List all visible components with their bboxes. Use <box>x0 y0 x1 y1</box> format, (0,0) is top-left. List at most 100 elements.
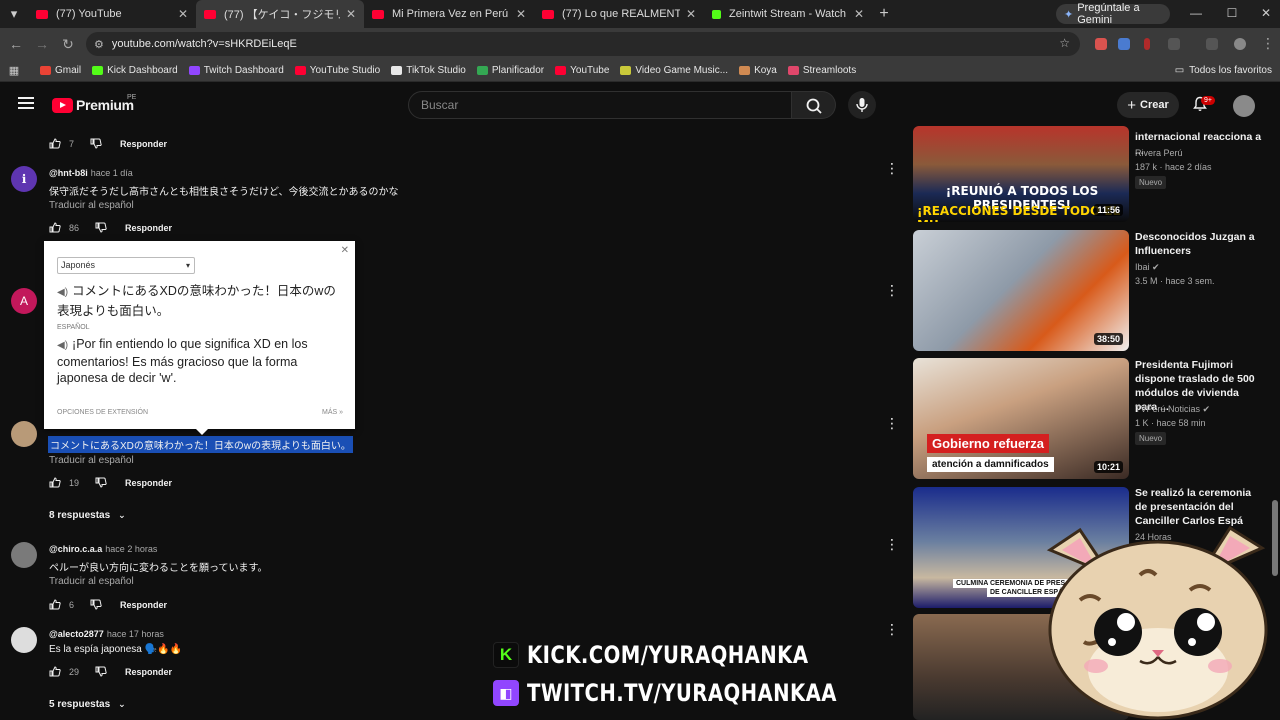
translate-extension-icon[interactable] <box>1118 38 1130 50</box>
search-button[interactable] <box>792 91 836 119</box>
bookmark-youtube[interactable]: YouTube <box>555 65 609 76</box>
media-control-icon[interactable] <box>1206 38 1218 50</box>
comment-time[interactable]: hace 17 horas <box>107 629 164 639</box>
source-language-select[interactable]: Japonés ▾ <box>57 257 195 274</box>
bookmark-streamloots[interactable]: Streamloots <box>787 65 856 76</box>
avatar[interactable]: ℹ <box>11 166 37 192</box>
avatar[interactable] <box>11 542 37 568</box>
more-link[interactable]: MÁS » <box>322 409 343 416</box>
bookmark-twitch-dashboard[interactable]: Twitch Dashboard <box>188 65 284 76</box>
like-icon[interactable] <box>49 138 61 149</box>
browser-menu-icon[interactable]: ⋮ <box>1260 35 1276 52</box>
gemini-button[interactable]: ✦ Pregúntale a Gemini <box>1056 2 1170 26</box>
reply-button[interactable]: Responder <box>120 139 167 149</box>
avatar[interactable]: A <box>11 288 37 314</box>
channel-name[interactable]: Rivera Perú <box>1135 148 1183 158</box>
comment-time[interactable]: hace 2 horas <box>105 544 157 554</box>
like-icon[interactable] <box>49 477 61 488</box>
profile-icon[interactable] <box>1234 38 1246 50</box>
url-field[interactable]: ⚙ youtube.com/watch?v=sHKRDEiLeqE ☆ <box>86 32 1080 56</box>
view-replies-button[interactable]: 8 respuestas ⌄ <box>49 510 126 521</box>
dislike-icon[interactable] <box>90 599 102 610</box>
dislike-icon[interactable] <box>95 666 107 677</box>
video-thumbnail[interactable]: 38:50 <box>913 230 1129 351</box>
close-window-icon[interactable]: ✕ <box>1256 6 1276 20</box>
comment-author[interactable]: @alecto2877 hace 17 horas <box>49 629 164 639</box>
bookmark-gmail[interactable]: Gmail <box>40 65 81 76</box>
reload-icon[interactable]: ↻ <box>60 36 76 53</box>
comment-menu-icon[interactable]: ⋮ <box>885 416 899 430</box>
avatar[interactable] <box>11 627 37 653</box>
forward-icon[interactable]: → <box>34 36 50 52</box>
dislike-icon[interactable] <box>95 222 107 233</box>
close-tab-icon[interactable]: ✕ <box>178 7 188 21</box>
speaker-icon[interactable]: ◀) <box>57 338 68 354</box>
reply-button[interactable]: Responder <box>120 600 167 610</box>
comment-author[interactable]: @chiro.c.a.a hace 2 horas <box>49 544 157 554</box>
channel-name[interactable]: Ibai <box>1135 262 1150 272</box>
browser-tab[interactable]: (77) YouTube ✕ <box>28 0 196 28</box>
close-tab-icon[interactable]: ✕ <box>686 7 696 21</box>
youtube-logo-icon[interactable] <box>52 98 73 113</box>
video-thumbnail[interactable]: ¡REUNIÓ A TODOS LOS PRESIDENTES! ¡REACCI… <box>913 126 1129 222</box>
bookmark-tiktok-studio[interactable]: TikTok Studio <box>391 65 466 76</box>
reply-button[interactable]: Responder <box>125 667 172 677</box>
avatar[interactable] <box>11 421 37 447</box>
comment-author[interactable]: @hnt-b8i hace 1 día <box>49 168 133 178</box>
like-icon[interactable] <box>49 599 61 610</box>
back-icon[interactable]: ← <box>8 36 24 52</box>
close-tab-icon[interactable]: ✕ <box>854 7 864 21</box>
bookmark-youtube-studio[interactable]: YouTube Studio <box>294 65 380 76</box>
translate-link[interactable]: Traducir al español <box>49 200 134 211</box>
comment-menu-icon[interactable]: ⋮ <box>885 622 899 636</box>
like-icon[interactable] <box>49 222 61 233</box>
dislike-icon[interactable] <box>90 138 102 149</box>
maximize-icon[interactable]: ☐ <box>1222 6 1242 20</box>
bookmark-kick-dashboard[interactable]: Kick Dashboard <box>92 65 178 76</box>
comment-menu-icon[interactable]: ⋮ <box>885 537 899 551</box>
author-handle[interactable]: @chiro.c.a.a <box>49 544 102 554</box>
view-replies-button[interactable]: 5 respuestas ⌄ <box>49 699 126 710</box>
site-info-icon[interactable]: ⚙ <box>94 38 104 51</box>
apps-grid-icon[interactable]: ▦ <box>0 64 28 77</box>
close-tab-icon[interactable]: ✕ <box>346 7 356 21</box>
bookmark-koya[interactable]: Koya <box>739 65 777 76</box>
new-tab-icon[interactable]: + <box>872 5 896 23</box>
youtube-brand[interactable]: Premium <box>76 97 134 113</box>
close-icon[interactable]: ✕ <box>341 245 349 256</box>
tab-search-icon[interactable]: ▾ <box>0 0 28 28</box>
bookmark-video-game-music[interactable]: Video Game Music... <box>620 65 728 76</box>
search-input[interactable]: Buscar <box>408 91 792 119</box>
comment-time[interactable]: hace 1 día <box>91 168 133 178</box>
all-bookmarks-button[interactable]: ▭ Todos los favoritos <box>1175 65 1272 76</box>
scrollbar[interactable] <box>1272 500 1278 576</box>
comment-menu-icon[interactable]: ⋮ <box>885 283 899 297</box>
bookmark-star-icon[interactable]: ☆ <box>1059 36 1070 50</box>
extension-options-link[interactable]: OPCIONES DE EXTENSIÓN <box>57 409 148 416</box>
extension-icon[interactable] <box>1095 38 1107 50</box>
extension-icon[interactable] <box>1144 38 1150 50</box>
minimize-icon[interactable]: — <box>1186 6 1206 20</box>
channel-name[interactable]: TVPerú Noticias <box>1135 404 1200 414</box>
bookmark-planificador[interactable]: Planificador <box>476 65 544 76</box>
reply-button[interactable]: Responder <box>125 223 172 233</box>
browser-tab[interactable]: Mi Primera Vez en Perú PE - You ✕ <box>364 0 534 28</box>
author-handle[interactable]: @alecto2877 <box>49 629 104 639</box>
create-button[interactable]: + Crear <box>1117 92 1179 118</box>
speaker-icon[interactable]: ◀) <box>57 283 68 302</box>
close-tab-icon[interactable]: ✕ <box>516 7 526 21</box>
browser-tab-active[interactable]: (77) 【ケイコ・フジモリ氏】ペルー新大 ✕ <box>196 0 364 28</box>
browser-tab[interactable]: (77) Lo que REALMENTE pasó e ✕ <box>534 0 704 28</box>
hamburger-menu-icon[interactable] <box>18 97 34 109</box>
translate-link[interactable]: Traducir al español <box>49 455 134 466</box>
account-avatar[interactable] <box>1233 95 1255 117</box>
dislike-icon[interactable] <box>95 477 107 488</box>
voice-search-button[interactable] <box>848 91 876 119</box>
browser-tab[interactable]: Zeintwit Stream - Watch Live o ✕ <box>704 0 872 28</box>
author-handle[interactable]: @hnt-b8i <box>49 168 88 178</box>
video-title[interactable]: Desconocidos Juzgan a Influencers <box>1135 230 1263 258</box>
translate-link[interactable]: Traducir al español <box>49 576 134 587</box>
reply-button[interactable]: Responder <box>125 478 172 488</box>
like-icon[interactable] <box>49 666 61 677</box>
extensions-puzzle-icon[interactable] <box>1168 38 1180 50</box>
